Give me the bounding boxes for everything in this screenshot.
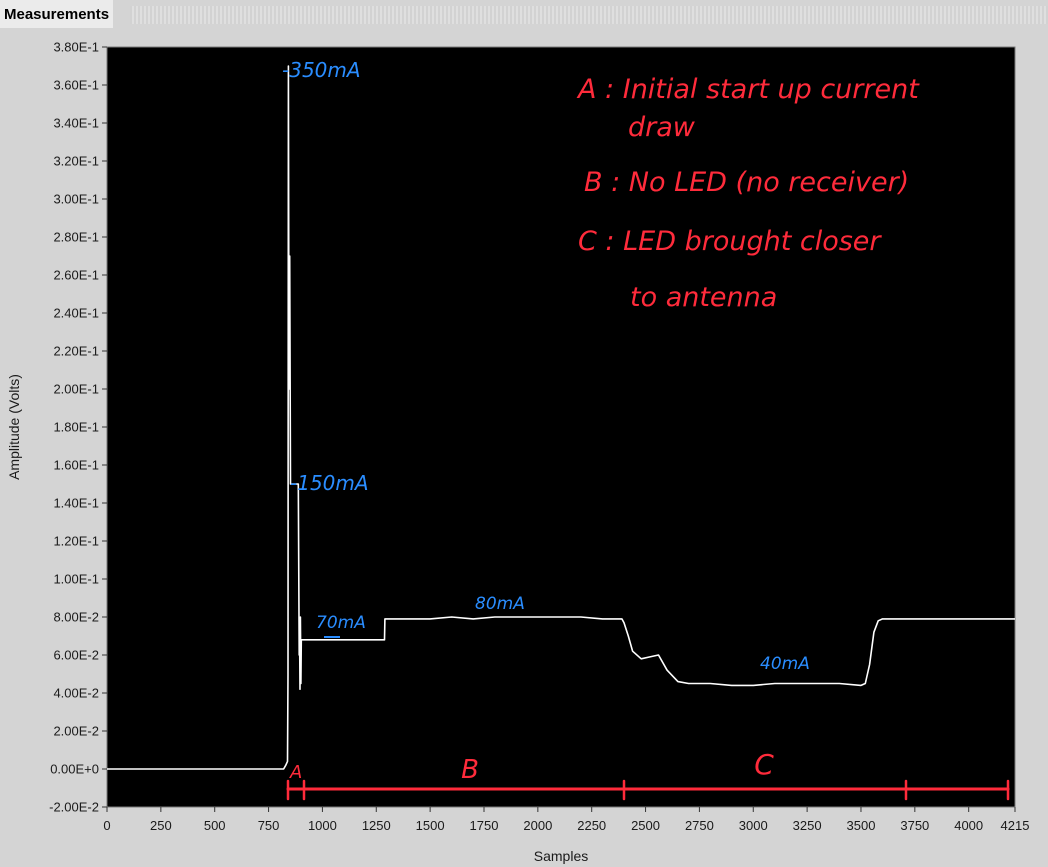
x-tick-label: 2750 — [685, 818, 714, 833]
x-tick-label: 4215 — [1001, 818, 1030, 833]
x-tick-label: 3250 — [793, 818, 822, 833]
y-tick-label: 3.60E-1 — [53, 78, 99, 93]
legend-line-a: A : Initial start up current — [576, 74, 920, 105]
y-axis-title: Amplitude (Volts) — [6, 374, 22, 480]
x-tick-label: 1500 — [416, 818, 445, 833]
y-tick-label: 4.00E-2 — [53, 686, 99, 701]
x-tick-label: 500 — [204, 818, 226, 833]
x-tick-label: 2250 — [577, 818, 606, 833]
y-tick-label: -2.00E-2 — [49, 800, 99, 815]
x-tick-label: 3000 — [739, 818, 768, 833]
x-tick-label: 1750 — [470, 818, 499, 833]
legend-line-a-cont: draw — [628, 112, 696, 143]
measurements-panel: Measurements 3.80E-1 3.60E-1 3.40E-1 3.20E-… — [0, 0, 1048, 867]
annotation-70ma: 70mA — [316, 613, 366, 633]
annotation-40ma: 40mA — [760, 654, 810, 674]
legend-line-c-cont: to antenna — [630, 282, 777, 313]
y-axis-tick-labels: 3.80E-1 3.60E-1 3.40E-1 3.20E-1 3.00E-1 2.80E… — [49, 40, 99, 815]
y-tick-label: 2.80E-1 — [53, 230, 99, 245]
plot-area — [106, 46, 1016, 808]
y-tick-label: 3.20E-1 — [53, 154, 99, 169]
y-tick-label: 2.60E-1 — [53, 268, 99, 283]
y-tick-label: 0.00E+0 — [50, 762, 99, 777]
marker-b: B — [461, 755, 479, 785]
y-tick-label: 1.80E-1 — [53, 420, 99, 435]
y-tick-label: 1.00E-1 — [53, 572, 99, 587]
x-tick-label: 2500 — [631, 818, 660, 833]
y-tick-label: 2.40E-1 — [53, 306, 99, 321]
y-tick-label: 3.80E-1 — [53, 40, 99, 55]
y-tick-label: 1.40E-1 — [53, 496, 99, 511]
marker-c: C — [754, 748, 774, 781]
x-tick-label: 0 — [103, 818, 110, 833]
x-tick-label: 750 — [258, 818, 280, 833]
y-tick-label: 3.40E-1 — [53, 116, 99, 131]
y-tick-label: 6.00E-2 — [53, 648, 99, 663]
x-tick-label: 250 — [150, 818, 172, 833]
legend-line-b: B : No LED (no receiver) — [584, 167, 909, 198]
y-tick-label: 2.00E-1 — [53, 382, 99, 397]
y-tick-label: 8.00E-2 — [53, 610, 99, 625]
y-tick-label: 1.20E-1 — [53, 534, 99, 549]
legend-line-c: C : LED brought closer — [578, 226, 882, 257]
x-axis-title: Samples — [534, 848, 588, 864]
x-tick-label: 3500 — [847, 818, 876, 833]
x-tick-label: 1250 — [362, 818, 391, 833]
x-tick-label: 2000 — [523, 818, 552, 833]
marker-a: A — [289, 762, 302, 783]
y-tick-label: 1.60E-1 — [53, 458, 99, 473]
annotation-peak-350ma: -350mA — [282, 58, 361, 82]
measurements-chart: 3.80E-1 3.60E-1 3.40E-1 3.20E-1 3.00E-1 2.80E… — [0, 28, 1048, 867]
x-tick-label: 3750 — [900, 818, 929, 833]
y-tick-label: 2.00E-2 — [53, 724, 99, 739]
y-tick-label: 2.20E-1 — [53, 344, 99, 359]
annotation-150ma: -150mA — [290, 471, 369, 495]
x-tick-label: 1000 — [308, 818, 337, 833]
x-tick-label: 4000 — [954, 818, 983, 833]
y-tick-label: 3.00E-1 — [53, 192, 99, 207]
annotation-80ma: 80mA — [475, 594, 525, 614]
